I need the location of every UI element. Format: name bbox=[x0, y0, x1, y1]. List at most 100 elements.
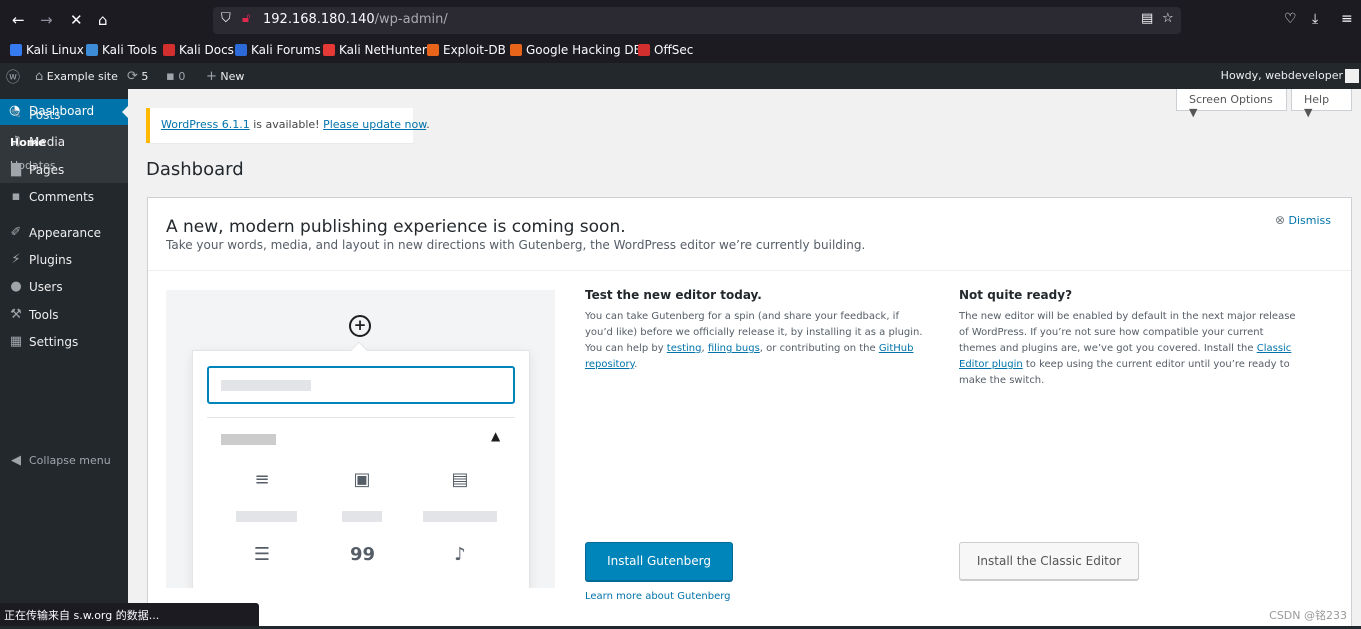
sidebar-item-appearance[interactable]: ✐ Appearance bbox=[0, 222, 128, 246]
reader-view-icon[interactable]: ▤ bbox=[1141, 11, 1153, 26]
pushpin-icon: ✎ bbox=[10, 107, 22, 122]
sidebar-item-comments[interactable]: ▪ Comments bbox=[0, 186, 128, 210]
pages-icon: ▇ bbox=[11, 162, 21, 177]
image-icon: ▣ bbox=[353, 469, 371, 490]
sidebar-item-pages[interactable]: ▇ Pages bbox=[0, 159, 128, 183]
comments-link[interactable]: ▪ 0 bbox=[166, 69, 185, 84]
sidebar-item-label: Tools bbox=[29, 308, 59, 322]
install-gutenberg-button[interactable]: Install Gutenberg bbox=[585, 542, 733, 581]
sidebar-item-label: Settings bbox=[29, 335, 79, 349]
users-icon: ● bbox=[10, 279, 22, 294]
update-notice: WordPress 6.1.1 is available! Please upd… bbox=[146, 108, 430, 143]
back-icon[interactable]: ← bbox=[12, 11, 25, 29]
plus-icon: + bbox=[206, 69, 217, 84]
bookmark-favicon-icon bbox=[510, 44, 522, 56]
panel-subheading: Take your words, media, and layout in ne… bbox=[166, 238, 866, 252]
sidebar-item-media[interactable]: ♫ Media bbox=[0, 131, 128, 155]
site-name-link[interactable]: ⌂ Example site bbox=[35, 69, 118, 84]
wrench-icon: ⚒ bbox=[10, 307, 22, 322]
dismiss-icon: ⊗ bbox=[1274, 213, 1285, 227]
bookmark-google-hacking-db[interactable]: Google Hacking DB bbox=[510, 43, 642, 57]
paragraph-icon: ≡ bbox=[254, 469, 270, 490]
filing-bugs-link[interactable]: filing bugs bbox=[708, 343, 760, 354]
brush-icon: ✐ bbox=[10, 225, 22, 240]
category-placeholder bbox=[221, 434, 276, 445]
shield-icon[interactable]: ⛉ bbox=[221, 11, 231, 26]
menu-icon[interactable]: ≡ bbox=[1341, 11, 1353, 27]
howdy-user[interactable]: Howdy, webdeveloper bbox=[1221, 69, 1343, 82]
bookmark-favicon-icon bbox=[427, 44, 439, 56]
sidebar-item-label: Comments bbox=[29, 190, 95, 204]
forward-icon[interactable]: → bbox=[40, 11, 53, 29]
url-bar[interactable]: ⛉ 🔓︎ 192.168.180.140/wp-admin/ ▤ ☆ bbox=[213, 7, 1181, 34]
downloads-icon[interactable]: ⤓ bbox=[1312, 11, 1318, 27]
gallery-icon: ▤ bbox=[451, 469, 469, 490]
pocket-icon[interactable]: ♡ bbox=[1284, 11, 1297, 27]
updates-icon: ⟳ bbox=[127, 69, 138, 84]
testing-link[interactable]: testing bbox=[667, 343, 702, 354]
comment-icon: ▪ bbox=[166, 69, 175, 84]
admin-sidebar: ◔ Dashboard Home Updates ✎ Posts ♫ Media ▇ Pa… bbox=[0, 89, 129, 629]
sidebar-item-label: Plugins bbox=[29, 253, 72, 267]
add-block-icon: + bbox=[349, 315, 371, 337]
watermark: CSDN @铭233 bbox=[1269, 609, 1347, 622]
col1-text: You can take Gutenberg for a spin (and s… bbox=[585, 311, 923, 370]
sidebar-item-plugins[interactable]: ⚡ Plugins bbox=[0, 249, 128, 273]
browser-toolbar: ← → ✕ ⌂ ⛉ 🔓︎ 192.168.180.140/wp-admin/ ▤… bbox=[0, 0, 1361, 40]
version-link[interactable]: WordPress 6.1.1 bbox=[161, 118, 250, 131]
home-icon[interactable]: ⌂ bbox=[98, 11, 108, 29]
update-now-link[interactable]: Please update now bbox=[323, 118, 426, 131]
sidebar-item-posts[interactable]: ✎ Posts bbox=[0, 104, 128, 128]
comments-icon: ▪ bbox=[11, 189, 21, 204]
bookmark-exploit-db[interactable]: Exploit-DB bbox=[427, 43, 506, 57]
url-text[interactable]: 192.168.180.140/wp-admin/ bbox=[263, 12, 448, 27]
editor-illustration: + ▲ ≡ ▣ ▤ ☰ 99 ♪ bbox=[166, 290, 555, 588]
bookmark-favicon-icon bbox=[323, 44, 335, 56]
sidebar-item-users[interactable]: ● Users bbox=[0, 276, 128, 300]
bookmark-favicon-icon bbox=[163, 44, 175, 56]
bookmark-offsec[interactable]: OffSec bbox=[638, 43, 693, 57]
media-icon: ♫ bbox=[10, 134, 22, 149]
sidebar-item-tools[interactable]: ⚒ Tools bbox=[0, 304, 128, 328]
plug-icon: ⚡ bbox=[11, 252, 21, 267]
inserter-search-mock bbox=[207, 366, 515, 404]
quote-icon: 99 bbox=[350, 544, 376, 565]
audio-icon: ♪ bbox=[454, 544, 466, 565]
insecure-lock-icon[interactable]: 🔓︎ bbox=[242, 11, 250, 26]
bookmark-star-icon[interactable]: ☆ bbox=[1162, 11, 1174, 26]
wp-admin-bar: ⓦ ⌂ Example site ⟳ 5 ▪ 0 + New Howdy, we… bbox=[0, 63, 1361, 89]
bookmark-kali-forums[interactable]: Kali Forums bbox=[235, 43, 321, 57]
sidebar-item-label: Posts bbox=[29, 108, 61, 122]
sidebar-item-settings[interactable]: ▦ Settings bbox=[0, 331, 128, 355]
collapse-menu-button[interactable]: ◀ Collapse menu bbox=[0, 450, 128, 474]
bookmark-kali-docs[interactable]: Kali Docs bbox=[163, 43, 234, 57]
wordpress-logo-icon[interactable]: ⓦ bbox=[6, 67, 20, 87]
install-classic-editor-button[interactable]: Install the Classic Editor bbox=[959, 542, 1139, 580]
list-icon: ☰ bbox=[253, 544, 271, 565]
bookmark-favicon-icon bbox=[10, 44, 22, 56]
updates-link[interactable]: ⟳ 5 bbox=[127, 69, 148, 84]
stop-icon[interactable]: ✕ bbox=[70, 11, 83, 29]
collapse-icon: ◀ bbox=[11, 453, 21, 468]
new-content-link[interactable]: + New bbox=[206, 69, 244, 84]
screen-options-button[interactable]: Screen Options ▼ bbox=[1176, 89, 1287, 119]
help-button[interactable]: Help ▼ bbox=[1291, 89, 1352, 119]
bookmarks-bar: Kali Linux Kali Tools Kali Docs Kali Forums… bbox=[0, 40, 1361, 63]
bookmark-kali-nethunter[interactable]: Kali NetHunter bbox=[323, 43, 427, 57]
divider bbox=[148, 270, 1351, 271]
browser-status-bar: 正在传输来自 s.w.org 的数据... bbox=[0, 603, 259, 626]
sidebar-item-label: Appearance bbox=[29, 226, 102, 240]
home-icon: ⌂ bbox=[35, 69, 44, 84]
bookmark-kali-tools[interactable]: Kali Tools bbox=[86, 43, 157, 57]
sidebar-item-label: Media bbox=[29, 135, 66, 149]
learn-more-link[interactable]: Learn more about Gutenberg bbox=[585, 591, 731, 602]
panel-heading: A new, modern publishing experience is c… bbox=[166, 217, 626, 237]
avatar[interactable] bbox=[1345, 69, 1359, 83]
gutenberg-panel: A new, modern publishing experience is c… bbox=[147, 197, 1352, 629]
dismiss-button[interactable]: ⊗ Dismiss bbox=[1275, 213, 1331, 227]
bookmark-kali-linux[interactable]: Kali Linux bbox=[10, 43, 84, 57]
sidebar-item-label: Users bbox=[29, 280, 63, 294]
sidebar-item-label: Pages bbox=[29, 163, 65, 177]
col2-text: The new editor will be enabled by defaul… bbox=[959, 311, 1296, 386]
col2-title: Not quite ready? bbox=[959, 288, 1073, 302]
